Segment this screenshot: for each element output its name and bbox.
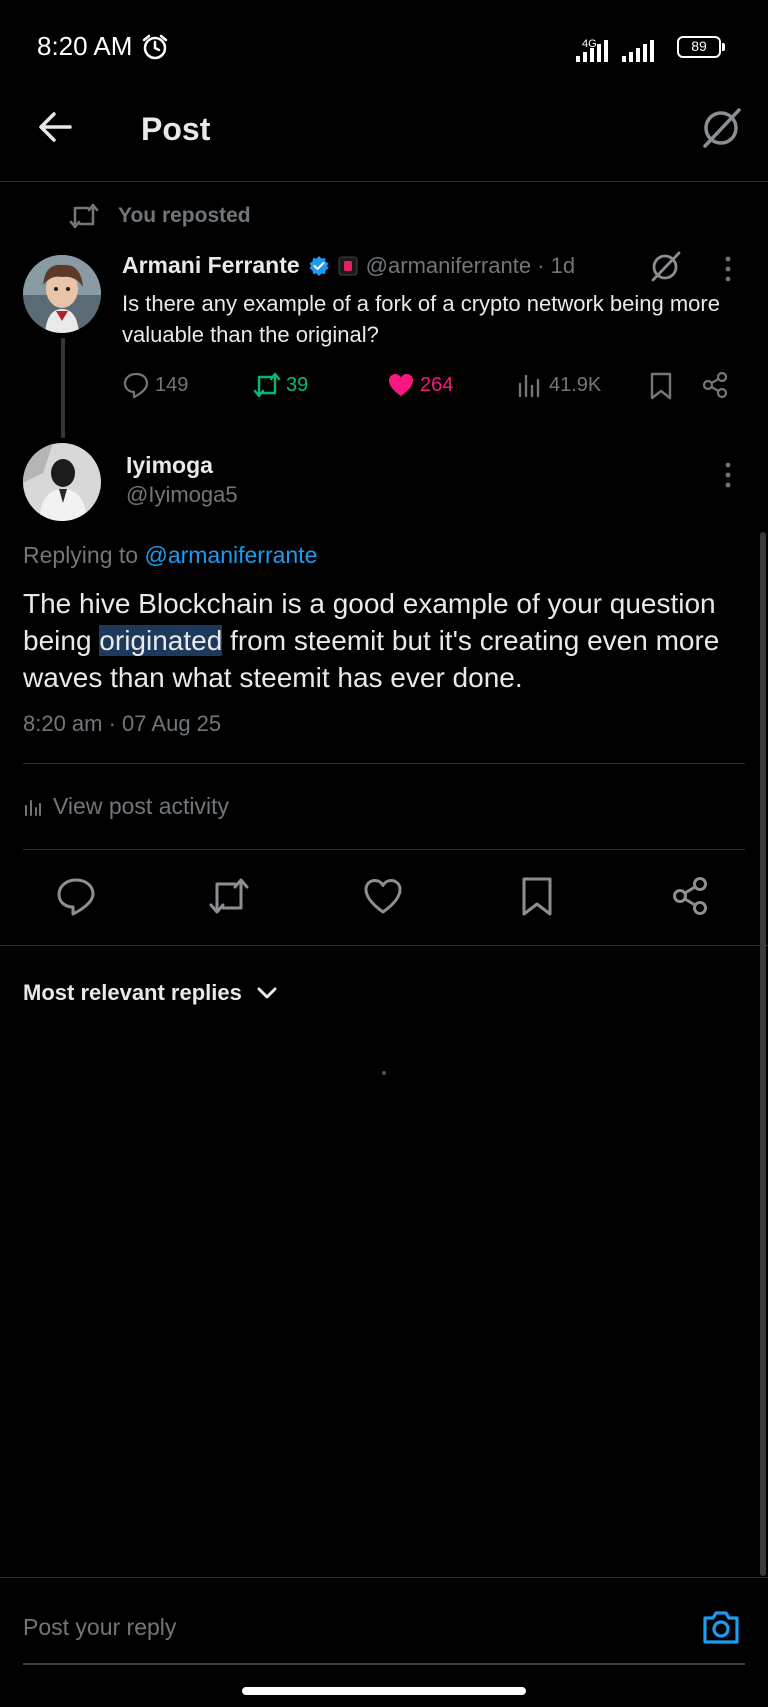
reply-text[interactable]: The hive Blockchain is a good example of…: [23, 585, 753, 696]
replying-to: Replying to @armaniferrante: [23, 542, 317, 569]
back-arrow-icon[interactable]: [36, 108, 74, 146]
repost-context: You reposted: [68, 202, 251, 230]
analytics-icon: [25, 799, 41, 816]
scrollbar[interactable]: [760, 532, 766, 1576]
section-divider: [0, 945, 768, 946]
like-count: 264: [420, 373, 454, 396]
views-count-button[interactable]: 41.9K: [515, 370, 601, 400]
repost-label: You reposted: [118, 204, 251, 227]
replying-to-link[interactable]: @armaniferrante: [144, 542, 317, 568]
composer-underline: [23, 1663, 745, 1665]
alarm-icon: [142, 34, 168, 60]
replies-sort-dropdown[interactable]: Most relevant replies: [23, 980, 278, 1006]
grok-icon[interactable]: [697, 104, 745, 152]
sort-label: Most relevant replies: [23, 980, 242, 1005]
views-icon: [518, 374, 540, 398]
page-title: Post: [141, 111, 211, 147]
views-count: 41.9K: [549, 373, 602, 396]
battery-icon: 89: [677, 36, 725, 58]
more-options-icon[interactable]: [718, 254, 738, 284]
bookmark-icon[interactable]: [515, 874, 559, 918]
reply-count-button[interactable]: 149: [121, 370, 188, 400]
avatar[interactable]: [23, 443, 101, 521]
chevron-down-icon: [257, 987, 277, 999]
replier-handle: @Iyimoga5: [126, 482, 238, 507]
reply-input[interactable]: Post your reply: [23, 1614, 176, 1641]
repost-icon[interactable]: [207, 874, 251, 918]
loading-indicator: [382, 1071, 386, 1075]
avatar[interactable]: [23, 255, 101, 333]
grok-icon[interactable]: [647, 249, 683, 285]
replier-name[interactable]: Iyimoga: [126, 452, 213, 479]
repost-count-button[interactable]: 39: [252, 370, 308, 400]
reply-icon: [123, 372, 149, 399]
like-icon[interactable]: [361, 874, 405, 918]
divider: [23, 763, 745, 764]
repost-icon: [253, 372, 281, 398]
signal-indicators: 4G: [576, 30, 654, 62]
composer-divider: [0, 1577, 768, 1578]
author-handle: @armaniferrante · 1d: [365, 252, 576, 278]
bookmark-icon[interactable]: [647, 371, 675, 401]
affiliate-badge-icon: [338, 256, 358, 275]
repost-icon: [69, 203, 99, 229]
original-post-header: Armani Ferrante @armaniferrante · 1d: [122, 252, 575, 279]
camera-icon[interactable]: [700, 1606, 742, 1648]
reply-icon[interactable]: [54, 874, 98, 918]
network-type: 4G: [582, 38, 597, 50]
verified-badge-icon: [309, 255, 329, 276]
like-count-button[interactable]: 264: [386, 370, 453, 400]
reply-count: 149: [155, 373, 189, 396]
repost-count: 39: [286, 373, 309, 396]
like-icon: [389, 374, 413, 396]
selected-word[interactable]: originated: [99, 625, 223, 656]
activity-label: View post activity: [53, 793, 229, 819]
view-post-activity[interactable]: View post activity: [23, 793, 229, 820]
divider: [23, 849, 745, 850]
thread-line: [61, 338, 65, 438]
more-options-icon[interactable]: [718, 460, 738, 490]
signal-icon: [622, 40, 654, 62]
share-icon[interactable]: [668, 874, 712, 918]
share-icon[interactable]: [700, 370, 730, 400]
top-bar: [0, 95, 768, 182]
author-name[interactable]: Armani Ferrante: [122, 252, 300, 279]
original-post-text[interactable]: Is there any example of a fork of a cryp…: [122, 288, 732, 350]
replying-prefix: Replying to: [23, 542, 139, 568]
home-indicator[interactable]: [242, 1687, 526, 1695]
reply-timestamp: 8:20 am · 07 Aug 25: [23, 711, 222, 736]
status-time: 8:20 AM: [37, 31, 133, 61]
